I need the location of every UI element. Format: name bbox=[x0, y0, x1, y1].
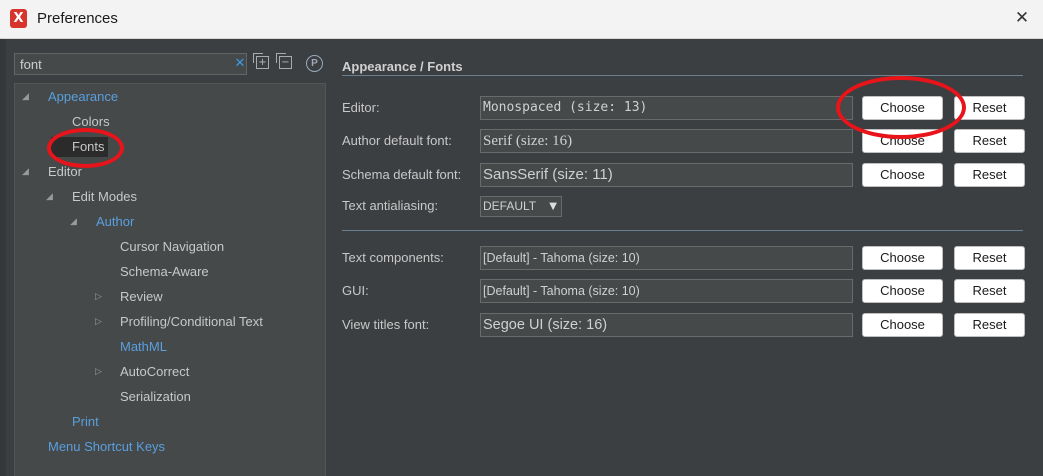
search-field[interactable]: ✕ bbox=[14, 53, 247, 75]
window-left-edge bbox=[0, 39, 6, 476]
expanded-arrow-icon[interactable]: ◢ bbox=[46, 187, 56, 207]
search-input[interactable] bbox=[20, 54, 220, 74]
text-antialiasing-label: Text antialiasing: bbox=[342, 198, 439, 213]
section-divider bbox=[342, 75, 1023, 76]
schema-default-font-reset-button[interactable]: Reset bbox=[954, 163, 1025, 187]
tree-item-author[interactable]: ◢ Author bbox=[70, 212, 135, 232]
tree-item-editor[interactable]: ◢ Editor bbox=[22, 162, 82, 182]
gui-font-field[interactable]: [Default] - Tahoma (size: 10) bbox=[480, 279, 853, 303]
window-title: Preferences bbox=[37, 10, 118, 27]
tree-item-label: MathML bbox=[120, 339, 167, 354]
collapsed-arrow-icon[interactable]: ▷ bbox=[95, 362, 105, 382]
expanded-arrow-icon[interactable]: ◢ bbox=[22, 162, 32, 182]
tree-item-label: Profiling/Conditional Text bbox=[120, 314, 263, 329]
section-divider-2 bbox=[342, 230, 1023, 231]
view-titles-font-choose-button[interactable]: Choose bbox=[862, 313, 943, 337]
text-components-font-field[interactable]: [Default] - Tahoma (size: 10) bbox=[480, 246, 853, 270]
tree-item-edit-modes[interactable]: ◢ Edit Modes bbox=[46, 187, 138, 207]
tree-item-appearance[interactable]: ◢ Appearance bbox=[22, 87, 119, 107]
gui-font-reset-button[interactable]: Reset bbox=[954, 279, 1025, 303]
tree-item-review[interactable]: ▷ Review bbox=[95, 287, 163, 307]
author-default-font-label: Author default font: bbox=[342, 133, 452, 148]
author-default-font-reset-button[interactable]: Reset bbox=[954, 129, 1025, 153]
clear-search-icon[interactable]: ✕ bbox=[233, 55, 247, 73]
tree-item-label: Schema-Aware bbox=[120, 264, 209, 279]
tree-item-label: Colors bbox=[72, 114, 110, 129]
tree-item-cursor-navigation[interactable]: Cursor Navigation bbox=[120, 237, 224, 257]
select-value: DEFAULT bbox=[483, 199, 537, 213]
author-default-font-choose-button[interactable]: Choose bbox=[862, 129, 943, 153]
tree-item-label: AutoCorrect bbox=[120, 364, 190, 379]
editor-font-label: Editor: bbox=[342, 100, 380, 115]
tree-item-menu-shortcut-keys[interactable]: Menu Shortcut Keys bbox=[48, 437, 165, 457]
editor-font-reset-button[interactable]: Reset bbox=[954, 96, 1025, 120]
app-logo-icon: X bbox=[10, 9, 27, 28]
tree-item-label: Author bbox=[96, 214, 135, 229]
tree-item-label: Fonts bbox=[72, 139, 105, 154]
schema-default-font-label: Schema default font: bbox=[342, 167, 462, 182]
chevron-down-icon: ▼ bbox=[549, 201, 557, 212]
view-titles-font-field[interactable]: Segoe UI (size: 16) bbox=[480, 313, 853, 337]
editor-font-field[interactable]: Monospaced (size: 13) bbox=[480, 96, 853, 120]
tree-item-label: Menu Shortcut Keys bbox=[48, 439, 166, 454]
editor-font-choose-button[interactable]: Choose bbox=[862, 96, 943, 120]
tree-item-label: Appearance bbox=[48, 89, 119, 104]
tree-item-label: Serialization bbox=[120, 389, 191, 404]
gui-font-label: GUI: bbox=[342, 283, 369, 298]
tree-item-profiling-conditional-text[interactable]: ▷ Profiling/Conditional Text bbox=[95, 312, 263, 332]
collapse-all-icon[interactable]: − bbox=[276, 53, 292, 69]
collapsed-arrow-icon[interactable]: ▷ bbox=[95, 287, 105, 307]
tree-item-fonts[interactable]: Fonts bbox=[72, 137, 105, 157]
tree-item-print[interactable]: Print bbox=[72, 412, 99, 432]
gui-font-choose-button[interactable]: Choose bbox=[862, 279, 943, 303]
close-icon[interactable]: ✕ bbox=[1010, 6, 1034, 30]
tree-item-colors[interactable]: Colors bbox=[72, 112, 110, 132]
tree-item-label: Edit Modes bbox=[72, 189, 138, 204]
section-title: Appearance / Fonts bbox=[342, 59, 463, 74]
expanded-arrow-icon[interactable]: ◢ bbox=[22, 87, 32, 107]
tree-item-label: Review bbox=[120, 289, 163, 304]
tree-item-mathml[interactable]: MathML bbox=[120, 337, 167, 357]
expanded-arrow-icon[interactable]: ◢ bbox=[70, 212, 80, 232]
tree-item-label: Cursor Navigation bbox=[120, 239, 225, 254]
tree-item-serialization[interactable]: Serialization bbox=[120, 387, 191, 407]
title-bar: X Preferences ✕ bbox=[0, 0, 1043, 39]
collapsed-arrow-icon[interactable]: ▷ bbox=[95, 312, 105, 332]
view-titles-font-reset-button[interactable]: Reset bbox=[954, 313, 1025, 337]
tree-item-label: Editor bbox=[48, 164, 82, 179]
tree-item-autocorrect[interactable]: ▷ AutoCorrect bbox=[95, 362, 190, 382]
text-components-font-reset-button[interactable]: Reset bbox=[954, 246, 1025, 270]
expand-all-icon[interactable]: + bbox=[253, 53, 269, 69]
text-components-font-choose-button[interactable]: Choose bbox=[862, 246, 943, 270]
schema-default-font-field[interactable]: SansSerif (size: 11) bbox=[480, 163, 853, 187]
schema-default-font-choose-button[interactable]: Choose bbox=[862, 163, 943, 187]
text-antialiasing-select[interactable]: DEFAULT ▼ bbox=[480, 196, 562, 217]
tree-item-schema-aware[interactable]: Schema-Aware bbox=[120, 262, 209, 282]
author-default-font-field[interactable]: Serif (size: 16) bbox=[480, 129, 853, 153]
text-components-font-label: Text components: bbox=[342, 250, 444, 265]
profile-options-icon[interactable]: P bbox=[306, 55, 323, 72]
tree-item-label: Print bbox=[72, 414, 99, 429]
view-titles-font-label: View titles font: bbox=[342, 317, 430, 332]
